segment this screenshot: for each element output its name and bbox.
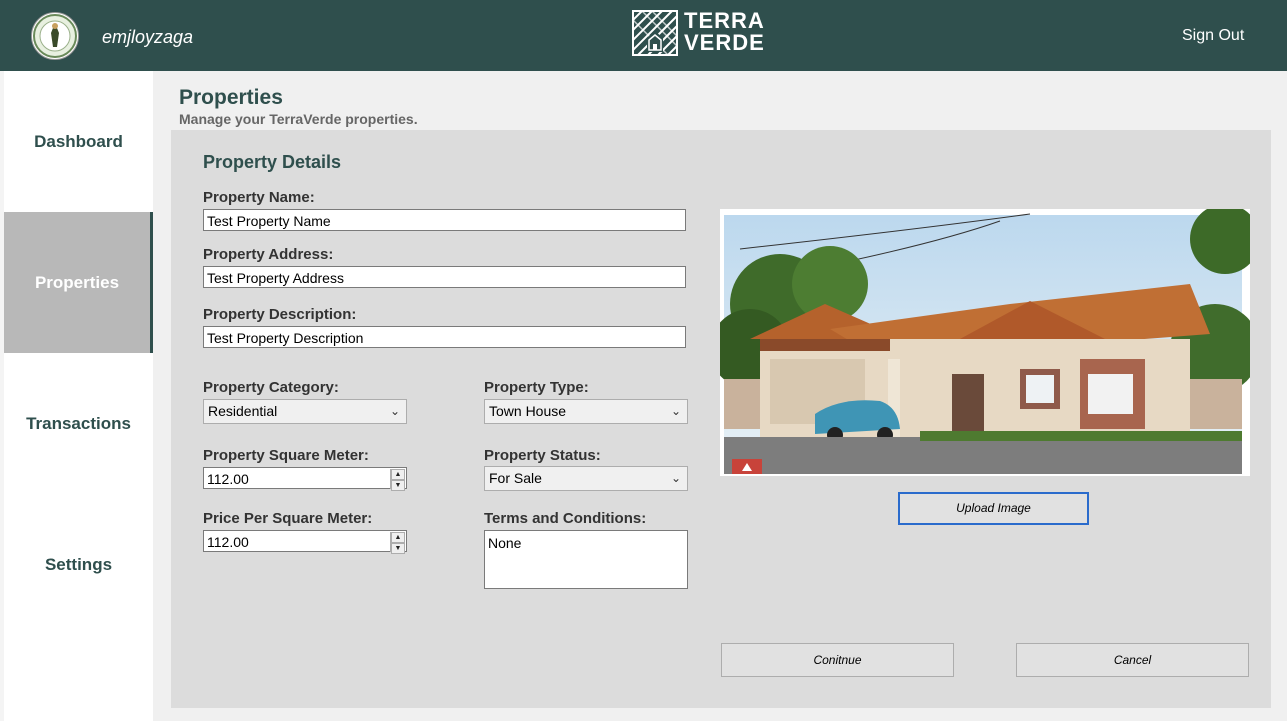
page-subtitle: Manage your TerraVerde properties. — [179, 111, 418, 127]
property-sqm-value: 112.00 — [207, 471, 249, 487]
logo-line-2: VERDE — [684, 30, 765, 55]
sidebar-item-properties[interactable]: Properties — [4, 212, 153, 353]
sidebar-item-dashboard[interactable]: Dashboard — [4, 71, 153, 212]
terms-textarea[interactable]: None — [484, 530, 688, 589]
property-address-input[interactable]: Test Property Address — [203, 266, 686, 288]
upload-image-button[interactable]: Upload Image — [898, 492, 1089, 525]
property-description-label: Property Description: — [203, 306, 357, 323]
chevron-down-icon: ⌄ — [389, 404, 400, 418]
property-category-label: Property Category: — [203, 379, 339, 396]
property-name-input[interactable]: Test Property Name — [203, 209, 686, 231]
cancel-button[interactable]: Cancel — [1016, 643, 1249, 677]
section-title: Property Details — [203, 152, 342, 172]
sidebar: Dashboard Properties Transactions Settin… — [4, 71, 153, 721]
username: emjloyzaga — [102, 27, 194, 47]
spinner-up-icon[interactable]: ▲ — [391, 469, 405, 480]
property-name-label: Property Name: — [203, 189, 315, 206]
property-status-value: For Sale — [489, 470, 542, 486]
property-sqm-label: Property Square Meter: — [203, 447, 369, 464]
chevron-down-icon: ⌄ — [670, 404, 681, 418]
property-type-label: Property Type: — [484, 379, 589, 396]
page-title: Properties — [179, 86, 283, 109]
main-content: Properties Manage your TerraVerde proper… — [153, 71, 1287, 721]
property-address-label: Property Address: — [203, 246, 334, 263]
property-type-select[interactable]: Town House ⌄ — [484, 399, 688, 424]
property-category-select[interactable]: Residential ⌄ — [203, 399, 407, 424]
spinner-down-icon[interactable]: ▼ — [391, 480, 405, 491]
spinner-down-icon[interactable]: ▼ — [391, 543, 405, 554]
chevron-down-icon: ⌄ — [670, 471, 681, 485]
logo-line-1: TERRA — [684, 8, 765, 33]
property-status-label: Property Status: — [484, 447, 601, 464]
sidebar-item-transactions[interactable]: Transactions — [4, 353, 153, 494]
sidebar-item-settings[interactable]: Settings — [4, 494, 153, 635]
top-bar: emjloyzaga TERRA VERDE Sign Out — [0, 0, 1287, 71]
spinner-up-icon[interactable]: ▲ — [391, 532, 405, 543]
property-details-panel: Property Details Property Name: Test Pro… — [171, 130, 1271, 708]
sign-out-link[interactable]: Sign Out — [1182, 27, 1244, 45]
property-description-input[interactable]: Test Property Description — [203, 326, 686, 348]
terms-label: Terms and Conditions: — [484, 510, 647, 527]
sqm-spinner[interactable]: ▲ ▼ — [390, 469, 405, 491]
user-avatar[interactable] — [31, 12, 79, 60]
property-type-value: Town House — [489, 403, 567, 419]
property-sqm-input[interactable]: 112.00 ▲ ▼ — [203, 467, 407, 491]
property-category-value: Residential — [208, 403, 278, 419]
continue-button[interactable]: Conitnue — [721, 643, 954, 677]
price-per-sqm-input[interactable]: 112.00 ▲ ▼ — [203, 530, 407, 554]
price-per-sqm-value: 112.00 — [207, 534, 249, 550]
property-status-select[interactable]: For Sale ⌄ — [484, 466, 688, 491]
terra-verde-logo: TERRA VERDE — [632, 10, 765, 58]
logo-text: TERRA VERDE — [684, 10, 765, 54]
price-per-sqm-label: Price Per Square Meter: — [203, 510, 373, 527]
price-spinner[interactable]: ▲ ▼ — [390, 532, 405, 554]
property-image — [720, 209, 1250, 476]
